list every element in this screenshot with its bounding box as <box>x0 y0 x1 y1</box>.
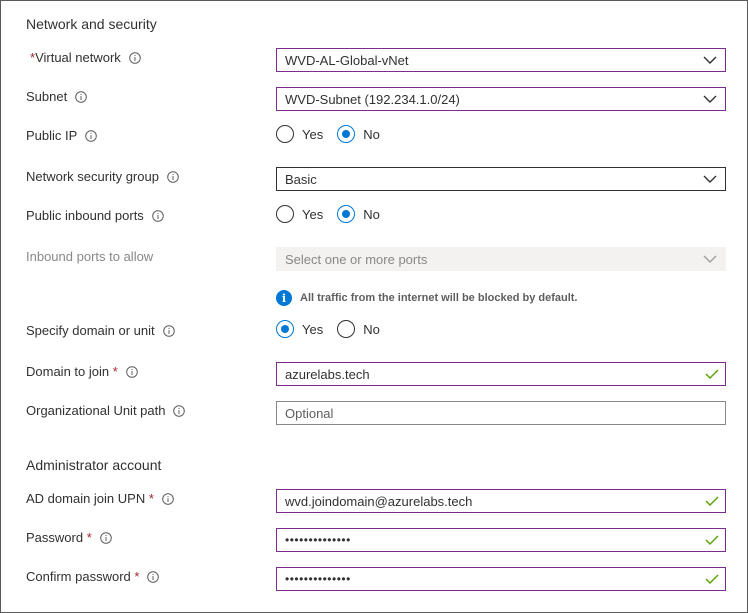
info-icon[interactable] <box>162 492 174 505</box>
public-ip-yes-radio[interactable]: Yes <box>276 125 323 143</box>
required-mark: * <box>112 364 118 379</box>
checkmark-icon <box>705 574 719 584</box>
ou-path-input[interactable]: Optional <box>276 401 726 425</box>
nsg-select[interactable]: Basic <box>276 167 726 191</box>
virtual-network-select[interactable]: WVD-AL-Global-vNet <box>276 48 726 72</box>
required-mark: * <box>148 491 154 506</box>
password-input[interactable]: •••••••••••••• <box>276 528 726 552</box>
public-inbound-label: Public inbound ports <box>26 208 164 223</box>
public-inbound-radio-group: Yes No <box>276 205 394 223</box>
public-ip-radio-group: Yes No <box>276 125 394 143</box>
domain-or-unit-radio-group: Yes No <box>276 320 394 338</box>
password-label: Password * <box>26 530 112 545</box>
network-security-form: Network and security * Virtual network WV… <box>0 0 748 613</box>
info-icon[interactable] <box>152 209 164 222</box>
info-icon: i <box>276 290 292 306</box>
domain-or-unit-no-radio[interactable]: No <box>337 320 380 338</box>
checkmark-icon <box>705 369 719 379</box>
section-title-admin: Administrator account <box>26 457 162 473</box>
domain-or-unit-label: Specify domain or unit <box>26 323 175 338</box>
info-icon[interactable] <box>99 531 112 544</box>
info-icon[interactable] <box>173 404 186 417</box>
chevron-down-icon <box>703 95 717 103</box>
domain-or-unit-yes-radio[interactable]: Yes <box>276 320 323 338</box>
subnet-select[interactable]: WVD-Subnet (192.234.1.0/24) <box>276 87 726 111</box>
info-icon[interactable] <box>125 365 138 378</box>
upn-label: AD domain join UPN * <box>26 491 174 506</box>
confirm-password-input[interactable]: •••••••••••••• <box>276 567 726 591</box>
chevron-down-icon <box>703 175 717 183</box>
info-icon[interactable] <box>129 51 141 64</box>
inbound-ports-select[interactable]: Select one or more ports <box>276 247 726 271</box>
public-ip-label: Public IP <box>26 128 98 143</box>
inbound-ports-label: Inbound ports to allow <box>26 249 154 264</box>
chevron-down-icon <box>703 255 717 263</box>
confirm-password-label: Confirm password * <box>26 569 160 584</box>
public-inbound-no-radio[interactable]: No <box>337 205 380 223</box>
section-title-network: Network and security <box>26 16 157 32</box>
required-mark: * <box>86 530 92 545</box>
virtual-network-label: * Virtual network <box>30 50 141 65</box>
chevron-down-icon <box>703 56 717 64</box>
nsg-label: Network security group <box>26 169 179 184</box>
info-icon[interactable] <box>167 170 179 183</box>
domain-join-input[interactable]: azurelabs.tech <box>276 362 726 386</box>
info-icon[interactable] <box>162 324 175 337</box>
checkmark-icon <box>705 535 719 545</box>
info-icon[interactable] <box>147 570 160 583</box>
info-icon[interactable] <box>75 90 88 103</box>
ou-path-label: Organizational Unit path <box>26 403 186 418</box>
public-inbound-yes-radio[interactable]: Yes <box>276 205 323 223</box>
checkmark-icon <box>705 496 719 506</box>
subnet-label: Subnet <box>26 89 88 104</box>
info-icon[interactable] <box>85 129 98 142</box>
upn-input[interactable]: wvd.joindomain@azurelabs.tech <box>276 489 726 513</box>
domain-join-label: Domain to join * <box>26 364 138 379</box>
traffic-blocked-note: i All traffic from the internet will be … <box>276 290 577 306</box>
public-ip-no-radio[interactable]: No <box>337 125 380 143</box>
required-mark: * <box>134 569 140 584</box>
